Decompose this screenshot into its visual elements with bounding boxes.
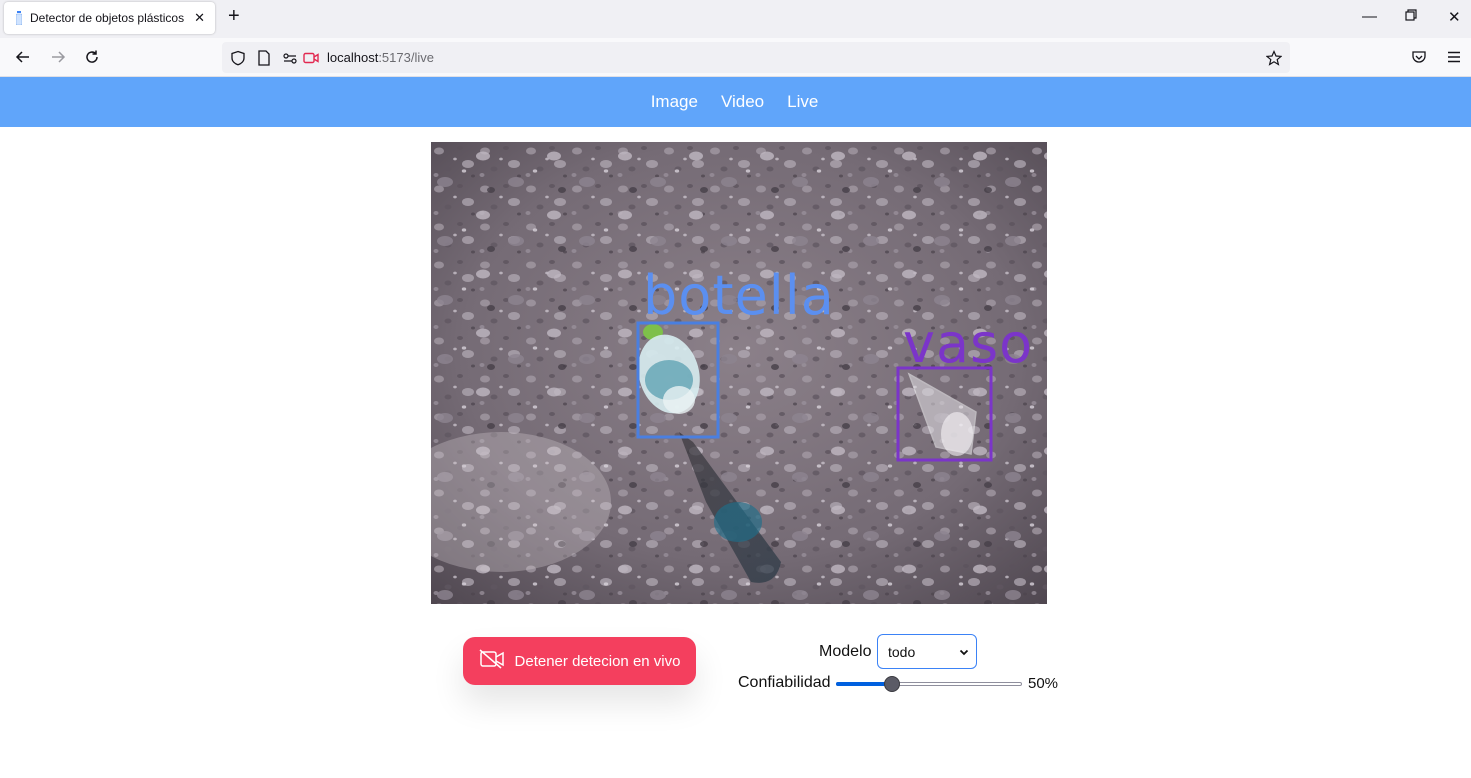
model-label: Modelo [819,643,872,660]
reload-icon[interactable] [82,47,102,67]
stop-live-detection-button[interactable]: Detener detecion en vivo [463,637,696,685]
new-tab-icon[interactable]: + [228,6,240,26]
url-text: localhost:5173/live [327,50,434,65]
video-off-icon [479,649,505,673]
bookmark-star-icon[interactable] [1264,48,1284,68]
restore-icon[interactable] [1405,8,1417,25]
menu-icon[interactable] [1444,47,1464,67]
shield-icon[interactable] [228,48,248,68]
model-select-value: todo [888,643,916,660]
browser-tab[interactable]: Detector de objetos plásticos ✕ [4,2,215,34]
live-camera-feed: botella vaso [431,142,1047,604]
tab-title: Detector de objetos plásticos [30,11,185,25]
stop-button-label: Detener detecion en vivo [514,652,681,670]
slider-thumb[interactable] [884,676,900,692]
url-bar[interactable]: localhost:5173/live [222,42,1290,73]
camera-sharing-icon[interactable] [301,48,321,68]
bottle-favicon-icon [16,11,22,25]
back-icon[interactable] [13,47,33,67]
pocket-icon[interactable] [1409,47,1429,67]
minimize-icon[interactable]: — [1362,8,1377,25]
browser-tab-bar: Detector de objetos plásticos ✕ + — ✕ [0,0,1471,38]
permissions-icon[interactable] [280,48,300,68]
close-tab-icon[interactable]: ✕ [194,10,205,26]
camera-frame-svg: botella vaso [431,142,1047,604]
confidence-label: Confiabilidad [738,674,831,691]
nav-link-image[interactable]: Image [651,92,698,112]
detection-label-vaso: vaso [903,312,1033,375]
model-select[interactable]: todo [877,634,977,669]
forward-icon[interactable] [48,47,68,67]
chevron-down-icon [958,645,970,661]
nav-link-live[interactable]: Live [787,92,818,112]
nav-link-video[interactable]: Video [721,92,764,112]
page-icon[interactable] [254,48,274,68]
confidence-value: 50% [1028,675,1059,692]
browser-nav-bar: localhost:5173/live [0,38,1471,77]
close-window-icon[interactable]: ✕ [1448,8,1461,26]
confidence-slider[interactable] [836,676,1022,692]
detection-label-botella: botella [643,264,835,327]
app-header: Image Video Live [0,77,1471,127]
